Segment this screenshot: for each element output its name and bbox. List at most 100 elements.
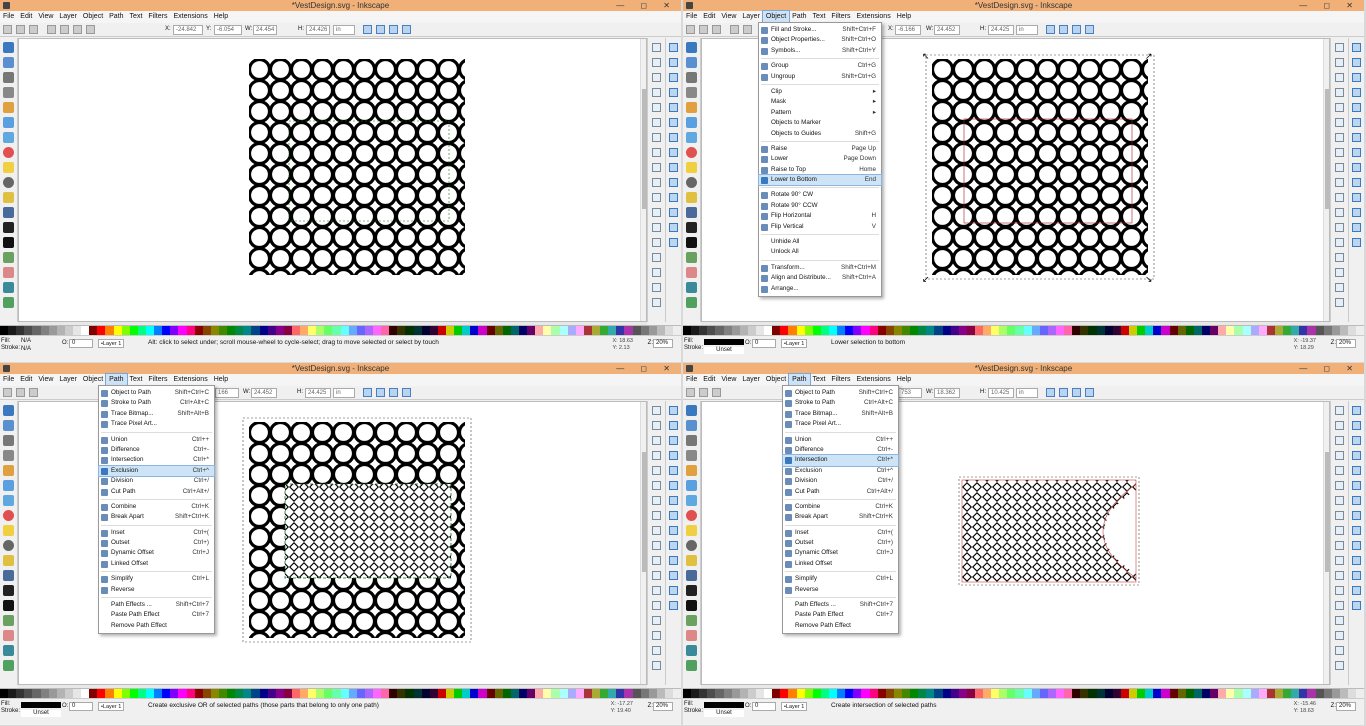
h-field[interactable]: 24.425 [305, 388, 331, 398]
menu-item-objects-to-guides[interactable]: Objects to Guides Shift+G [759, 129, 881, 139]
vertical-scrollbar[interactable] [1323, 39, 1329, 321]
snap-corners-icon[interactable] [1352, 451, 1361, 460]
menu-item-ungroup[interactable]: Ungroup Shift+Ctrl+G [759, 72, 881, 82]
fill-stroke-icon[interactable] [1335, 661, 1344, 670]
opacity-field[interactable]: 0 [752, 702, 776, 711]
menu-item-transform[interactable]: Transform... Shift+Ctrl+M [759, 263, 881, 273]
menu-item-reverse[interactable]: Reverse [99, 585, 214, 595]
menu-item-unlock-all[interactable]: Unlock All [759, 247, 881, 257]
menu-help[interactable]: Help [211, 11, 231, 23]
menu-item-arrange[interactable]: Arrange... [759, 284, 881, 294]
menu-file[interactable]: File [683, 374, 700, 386]
stroke-swatch[interactable]: Unset [704, 710, 744, 717]
text-tool-icon[interactable] [686, 237, 697, 248]
calligraphy-tool-icon[interactable] [3, 222, 14, 233]
canvas[interactable] [18, 38, 647, 322]
spiral-tool-icon[interactable] [686, 540, 697, 551]
w-field[interactable]: 18.362 [934, 388, 960, 398]
menu-item-raise-to-top[interactable]: Raise to Top Home [759, 165, 881, 175]
export-icon[interactable] [652, 481, 661, 490]
star-tool-icon[interactable] [686, 162, 697, 173]
snap-page-icon[interactable] [1352, 208, 1361, 217]
open-icon[interactable] [652, 421, 661, 430]
menu-item-outset[interactable]: Outset Ctrl+) [783, 538, 898, 548]
text-tool-icon[interactable] [686, 600, 697, 611]
menu-item-rotate-90-cw[interactable]: Rotate 90° CW [759, 190, 881, 200]
menu-item-inset[interactable]: Inset Ctrl+( [783, 528, 898, 538]
pen-tool-icon[interactable] [686, 570, 697, 581]
menu-item-remove-path-effect[interactable]: Remove Path Effect [99, 621, 214, 631]
move-patterns-icon[interactable] [402, 25, 411, 34]
deselect-icon[interactable] [712, 388, 721, 397]
spray-tool-icon[interactable] [3, 252, 14, 263]
snap-toggle-icon[interactable] [1352, 406, 1361, 415]
opacity-field[interactable]: 0 [69, 339, 93, 348]
snap-midpoint-icon[interactable] [669, 541, 678, 550]
snap-bbox-icon[interactable] [669, 58, 678, 67]
zoom-drawing-icon[interactable] [1335, 223, 1344, 232]
menu-item-outset[interactable]: Outset Ctrl+) [99, 538, 214, 548]
snap-midpoint-icon[interactable] [1352, 541, 1361, 550]
snap-guide-icon[interactable] [669, 601, 678, 610]
menu-item-object-to-path[interactable]: Object to Path Shift+Ctrl+C [99, 388, 214, 398]
zoom-selection-icon[interactable] [652, 208, 661, 217]
import-icon[interactable] [1335, 103, 1344, 112]
zoom-drawing-icon[interactable] [652, 223, 661, 232]
snap-intersections-icon[interactable] [669, 496, 678, 505]
undo-icon[interactable] [652, 496, 661, 505]
menu-item-simplify[interactable]: Simplify Ctrl+L [99, 574, 214, 584]
move-patterns-icon[interactable] [1085, 388, 1094, 397]
scale-stroke-icon[interactable] [363, 388, 372, 397]
snap-edges-icon[interactable] [1352, 436, 1361, 445]
menu-item-unhide-all[interactable]: Unhide All [759, 237, 881, 247]
clone-icon[interactable] [1335, 631, 1344, 640]
rect-tool-icon[interactable] [3, 480, 14, 491]
3d-box-tool-icon[interactable] [686, 132, 697, 143]
calligraphy-tool-icon[interactable] [3, 585, 14, 596]
zoom-page-icon[interactable] [1335, 238, 1344, 247]
clone-icon[interactable] [652, 631, 661, 640]
select-all-icon[interactable] [3, 25, 12, 34]
rotate-cw-icon[interactable] [743, 25, 752, 34]
menu-item-trace-pixel-art[interactable]: Trace Pixel Art... [99, 419, 214, 429]
menu-item-division[interactable]: Division Ctrl+/ [99, 476, 214, 486]
snap-toggle-icon[interactable] [1352, 43, 1361, 52]
ellipse-tool-icon[interactable] [686, 510, 697, 521]
menu-item-flip-horizontal[interactable]: Flip Horizontal H [759, 211, 881, 221]
print-icon[interactable] [652, 88, 661, 97]
rotate-cw-icon[interactable] [60, 25, 69, 34]
pencil-tool-icon[interactable] [3, 192, 14, 203]
copy-icon[interactable] [652, 163, 661, 172]
zoom-tool-icon[interactable] [3, 450, 14, 461]
redo-icon[interactable] [652, 511, 661, 520]
print-icon[interactable] [1335, 451, 1344, 460]
snap-grid-icon[interactable] [669, 223, 678, 232]
star-tool-icon[interactable] [3, 525, 14, 536]
menu-text[interactable]: Text [127, 11, 146, 23]
snap-paths-icon[interactable] [669, 481, 678, 490]
select-all-icon[interactable] [686, 388, 695, 397]
deselect-icon[interactable] [712, 25, 721, 34]
snap-edges-icon[interactable] [669, 73, 678, 82]
snap-intersections-icon[interactable] [1352, 133, 1361, 142]
cut-icon[interactable] [652, 178, 661, 187]
window-buttons[interactable]: — ◻ ✕ [1299, 363, 1360, 374]
snap-corners-icon[interactable] [1352, 88, 1361, 97]
snap-guide-icon[interactable] [669, 238, 678, 247]
h-field[interactable]: 24.426 [306, 25, 330, 35]
zoom-tool-icon[interactable] [3, 87, 14, 98]
snap-toggle-icon[interactable] [669, 406, 678, 415]
copy-icon[interactable] [652, 526, 661, 535]
calligraphy-tool-icon[interactable] [686, 585, 697, 596]
select-all-layers-icon[interactable] [699, 25, 708, 34]
gradient-tool-icon[interactable] [686, 660, 697, 671]
pencil-tool-icon[interactable] [686, 192, 697, 203]
menu-item-flip-vertical[interactable]: Flip Vertical V [759, 222, 881, 232]
new-doc-icon[interactable] [652, 406, 661, 415]
zoom-tool-icon[interactable] [686, 87, 697, 98]
select-all-icon[interactable] [3, 388, 12, 397]
menu-item-difference[interactable]: Difference Ctrl+- [99, 445, 214, 455]
zoom-selection-icon[interactable] [652, 571, 661, 580]
window-buttons[interactable]: — ◻ ✕ [1299, 0, 1360, 11]
group-icon[interactable] [652, 283, 661, 292]
